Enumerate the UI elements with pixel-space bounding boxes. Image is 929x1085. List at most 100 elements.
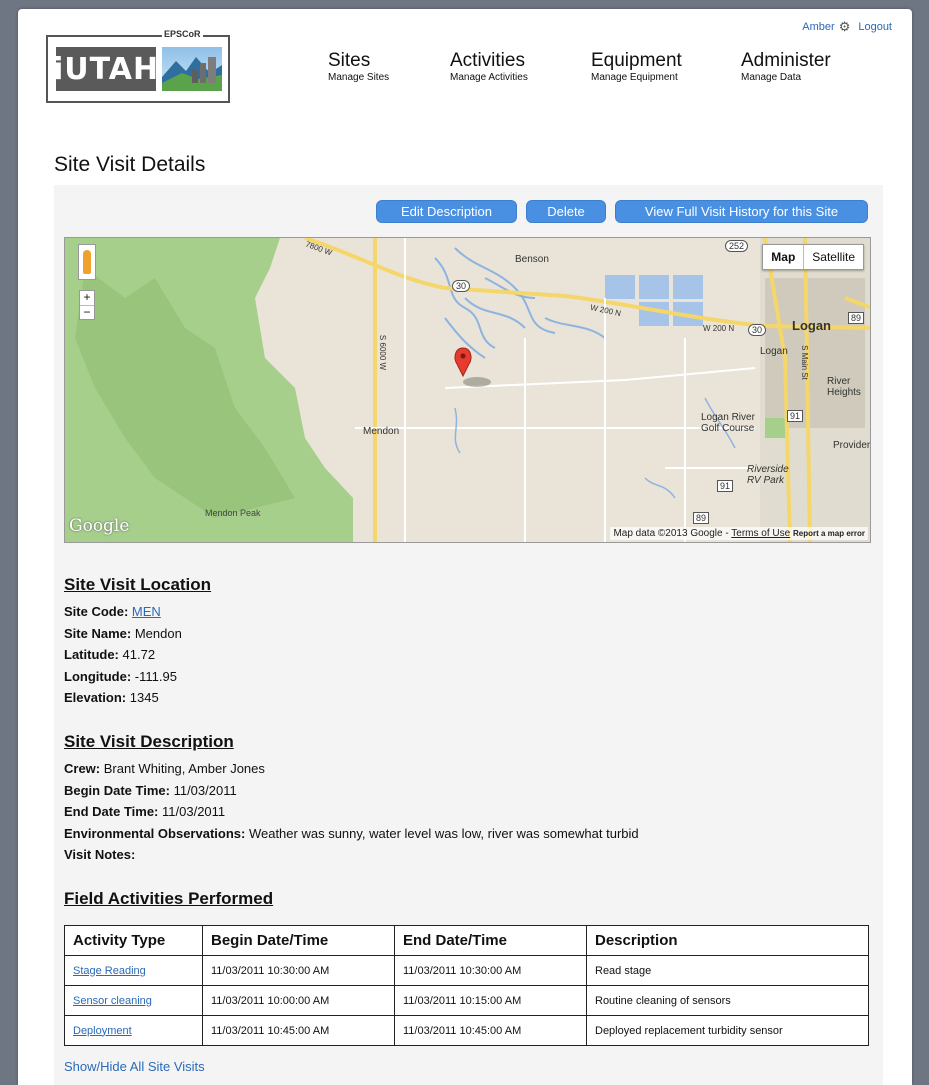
end-datetime-row: End Date Time: 11/03/2011 — [64, 801, 639, 823]
begin-datetime-row: Begin Date Time: 11/03/2011 — [64, 780, 639, 802]
map-label-provider: Provider — [833, 440, 871, 451]
nav-sites[interactable]: Sites Manage Sites — [328, 51, 389, 85]
begin-datetime-label: Begin Date Time: — [64, 782, 170, 798]
route-30-east-icon: 30 — [748, 324, 767, 336]
map-label-logan-small: Logan — [760, 346, 788, 357]
route-89-icon: 89 — [848, 312, 865, 324]
end-datetime-cell: 11/03/2011 10:15:00 AM — [394, 985, 587, 1016]
route-30-icon: 30 — [452, 280, 471, 292]
site-code-row: Site Code: MEN — [64, 601, 182, 623]
map-label-benson: Benson — [515, 254, 549, 265]
site-visit-description-heading: Site Visit Description — [64, 732, 234, 751]
description-cell: Read stage — [586, 955, 869, 986]
visit-notes-label: Visit Notes: — [64, 847, 136, 862]
show-hide-site-visits-link[interactable]: Show/Hide All Site Visits — [64, 1059, 205, 1074]
table-row: Sensor cleaning 11/03/2011 10:00:00 AM 1… — [64, 985, 869, 1016]
latitude-row: Latitude: 41.72 — [64, 644, 182, 666]
terms-of-use-link[interactable]: Terms of Use — [731, 528, 790, 539]
begin-datetime-cell: 11/03/2011 10:45:00 AM — [202, 1015, 395, 1046]
zoom-out-button[interactable]: − — [80, 305, 94, 319]
environmental-observations-label: Environmental Observations: — [64, 825, 246, 841]
activity-type-cell: Deployment — [64, 1015, 203, 1046]
iutah-logo[interactable]: iUTAH EPSCoR — [46, 29, 230, 103]
column-activity-type: Activity Type — [64, 925, 203, 956]
nav-administer-title: Administer — [741, 50, 831, 71]
longitude-label: Longitude: — [64, 668, 132, 684]
zoom-in-button[interactable]: + — [80, 291, 94, 305]
location-fields: Site Code: MEN Site Name: Mendon Latitud… — [64, 601, 182, 709]
environmental-observations-row: Environmental Observations: Weather was … — [64, 823, 639, 845]
map-label-river-heights: River Heights — [827, 376, 861, 398]
end-datetime-value: 11/03/2011 — [162, 804, 226, 819]
latitude-label: Latitude: — [64, 647, 119, 662]
map-label-golf-course: Logan River Golf Course — [701, 412, 755, 434]
column-end-datetime: End Date/Time — [394, 925, 587, 956]
map-label-s6000w: S 6000 W — [378, 334, 388, 371]
longitude-row: Longitude: -111.95 — [64, 666, 182, 688]
delete-button[interactable]: Delete — [526, 200, 606, 223]
page: iUTAH EPSCoR Amber ⚙ Logout Sites Manage… — [18, 9, 912, 1085]
gear-icon[interactable]: ⚙ — [839, 19, 851, 35]
route-91-icon: 91 — [787, 410, 804, 422]
column-begin-datetime: Begin Date/Time — [202, 925, 395, 956]
nav-equipment-sub: Manage Equipment — [591, 72, 678, 83]
field-activities-table: Activity Type Begin Date/Time End Date/T… — [64, 925, 869, 1046]
end-datetime-cell: 11/03/2011 10:30:00 AM — [394, 955, 587, 986]
activity-type-link[interactable]: Deployment — [73, 1025, 132, 1037]
report-map-error-link[interactable]: Report a map error — [793, 529, 865, 538]
description-cell: Deployed replacement turbidity sensor — [586, 1015, 869, 1046]
edit-description-button[interactable]: Edit Description — [376, 200, 517, 223]
route-91-south-icon: 91 — [717, 480, 734, 492]
street-view-pegman-icon[interactable] — [78, 244, 96, 280]
map-credit-text: Map data ©2013 Google - — [613, 528, 732, 539]
nav-sites-title: Sites — [328, 50, 371, 71]
end-datetime-label: End Date Time: — [64, 804, 159, 819]
longitude-value: -111.95 — [134, 668, 177, 684]
crew-value: Brant Whiting, Amber Jones — [103, 761, 265, 776]
view-visit-history-button[interactable]: View Full Visit History for this Site — [615, 200, 868, 223]
crew-label: Crew: — [64, 761, 101, 776]
activity-type-cell: Sensor cleaning — [64, 985, 203, 1016]
elevation-label: Elevation: — [64, 690, 127, 705]
crew-row: Crew: Brant Whiting, Amber Jones — [64, 758, 639, 780]
google-logo: Google — [69, 516, 130, 536]
activity-type-link[interactable]: Stage Reading — [73, 965, 146, 977]
map-type-satellite-button[interactable]: Satellite — [804, 245, 863, 269]
environmental-observations-value: Weather was sunny, water level was low, … — [248, 825, 639, 841]
elevation-row: Elevation: 1345 — [64, 687, 182, 709]
nav-equipment-title: Equipment — [591, 50, 682, 71]
begin-datetime-cell: 11/03/2011 10:00:00 AM — [202, 985, 395, 1016]
nav-activities[interactable]: Activities Manage Activities — [450, 51, 528, 85]
end-datetime-cell: 11/03/2011 10:45:00 AM — [394, 1015, 587, 1046]
nav-administer-sub: Manage Data — [741, 72, 802, 83]
activity-type-cell: Stage Reading — [64, 955, 203, 986]
nav-administer[interactable]: Administer Manage Data — [741, 51, 831, 85]
site-name-label: Site Name: — [64, 625, 132, 641]
site-map[interactable]: + − Map Satellite Benson Logan Logan Men… — [64, 237, 871, 543]
map-label-riverside-rv: Riverside RV Park — [747, 464, 789, 486]
map-type-map-button[interactable]: Map — [763, 245, 805, 269]
site-code-link[interactable]: MEN — [132, 604, 161, 619]
table-row: Stage Reading 11/03/2011 10:30:00 AM 11/… — [64, 955, 869, 986]
nav-equipment[interactable]: Equipment Manage Equipment — [591, 51, 682, 85]
column-description: Description — [586, 925, 869, 956]
visit-notes-row: Visit Notes: — [64, 844, 639, 866]
logo-wordmark: iUTAH — [53, 47, 158, 91]
activity-type-link[interactable]: Sensor cleaning — [73, 995, 152, 1007]
logo-subtitle: EPSCoR — [162, 29, 203, 39]
map-label-w200n-east: W 200 N — [703, 324, 735, 333]
table-row: Deployment 11/03/2011 10:45:00 AM 11/03/… — [64, 1015, 869, 1046]
elevation-value: 1345 — [129, 690, 159, 705]
route-89-south-icon: 89 — [693, 512, 710, 524]
route-252-icon: 252 — [725, 240, 749, 252]
site-name-row: Site Name: Mendon — [64, 623, 182, 645]
site-code-label: Site Code: — [64, 604, 129, 619]
description-fields: Crew: Brant Whiting, Amber Jones Begin D… — [64, 758, 639, 866]
map-label-mendon: Mendon — [363, 426, 400, 437]
map-zoom-control: + − — [79, 290, 95, 320]
latitude-value: 41.72 — [122, 647, 156, 662]
nav-activities-title: Activities — [450, 50, 525, 71]
logo-scene-icon — [162, 47, 222, 91]
logout-link[interactable]: Logout — [858, 21, 892, 33]
user-name-link[interactable]: Amber — [802, 21, 834, 33]
